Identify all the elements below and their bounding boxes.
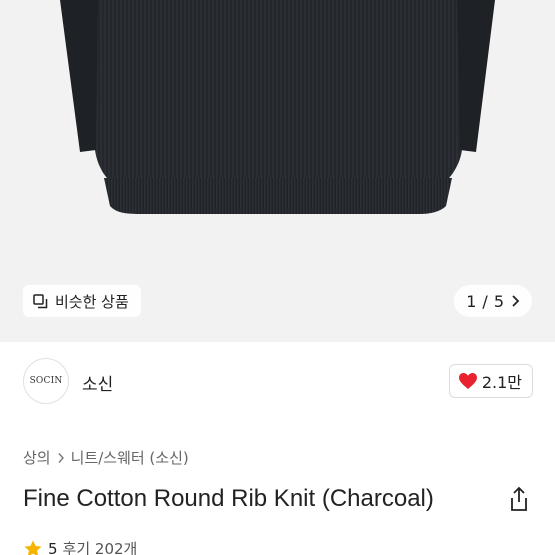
chevron-right-icon	[58, 452, 64, 463]
like-button[interactable]: 2.1만	[448, 364, 533, 398]
brand-logo-text: SOCIN	[29, 376, 63, 386]
copy-icon	[33, 293, 48, 308]
product-image[interactable]: 비슷한 상품 1 / 5	[0, 0, 555, 342]
rating-row[interactable]: 5 후기 202개	[23, 538, 137, 555]
heart-icon	[458, 373, 477, 389]
brand-row: SOCIN 소신 2.1만	[0, 358, 555, 406]
similar-products-label: 비슷한 상품	[55, 292, 129, 311]
brand-logo[interactable]: SOCIN	[23, 358, 69, 404]
pager-total: 5	[493, 291, 504, 311]
pager-current: 1	[466, 291, 477, 311]
share-icon[interactable]	[508, 486, 530, 512]
rating-score: 5	[48, 539, 58, 555]
chevron-right-icon	[512, 295, 520, 307]
breadcrumb: 상의 니트/스웨터 (소신)	[23, 447, 189, 468]
star-icon	[24, 540, 42, 555]
pager-separator: /	[482, 291, 488, 311]
product-title: Fine Cotton Round Rib Knit (Charcoal)	[23, 485, 434, 512]
review-count: 후기 202개	[62, 540, 138, 555]
image-pager[interactable]: 1 / 5	[454, 285, 532, 317]
brand-name[interactable]: 소신	[82, 370, 113, 395]
breadcrumb-item-top[interactable]: 상의	[23, 447, 51, 468]
like-count: 2.1만	[481, 373, 522, 392]
similar-products-button[interactable]: 비슷한 상품	[23, 285, 141, 317]
breadcrumb-item-knit[interactable]: 니트/스웨터 (소신)	[71, 447, 189, 468]
